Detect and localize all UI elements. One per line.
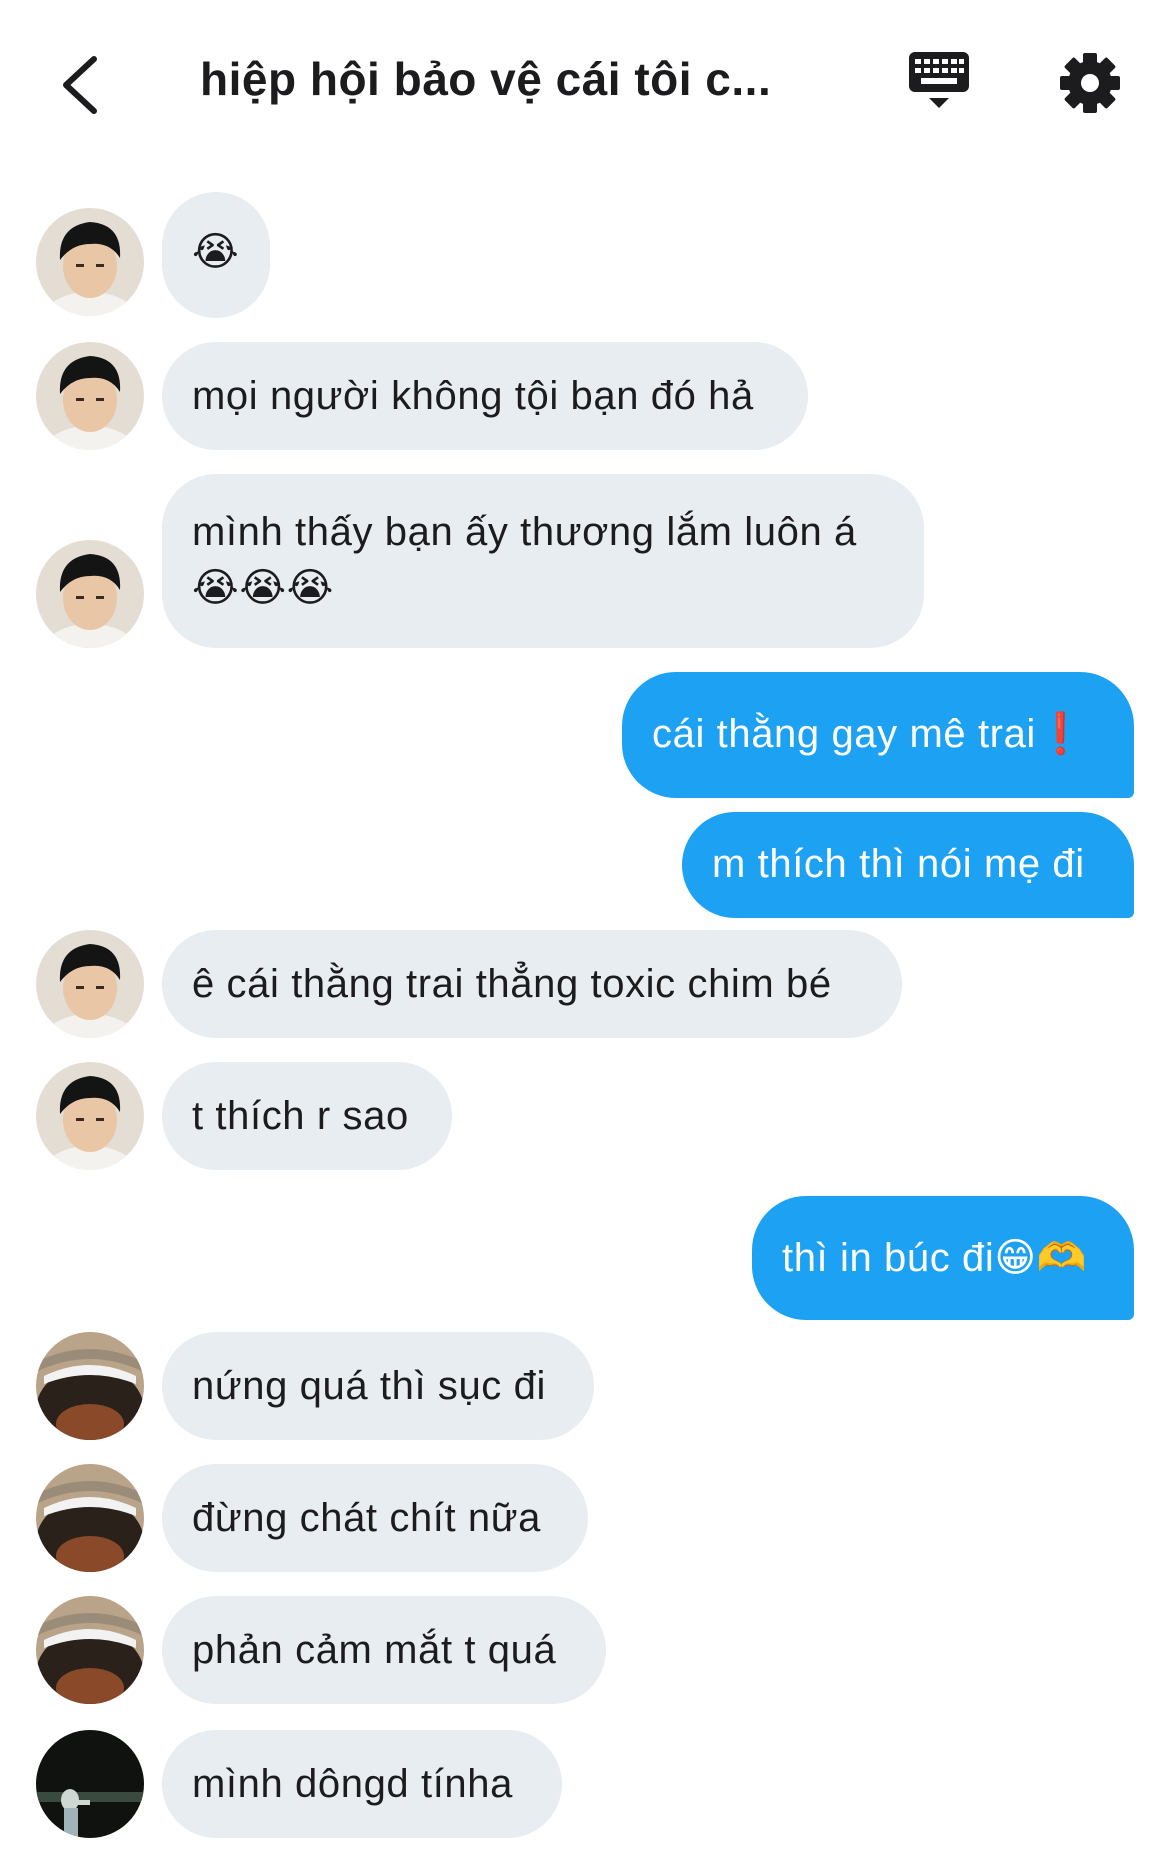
message-bubble[interactable]: mọi người không tội bạn đó hả <box>162 342 808 450</box>
message-bubble[interactable]: thì in búc đi😁🫶 <box>752 1196 1134 1320</box>
avatar[interactable] <box>36 1332 144 1440</box>
avatar-boy-image <box>36 208 144 316</box>
message-bubble[interactable]: mình dôngd tínha <box>162 1730 562 1838</box>
message-text: thì in búc đi😁🫶 <box>782 1236 1088 1280</box>
avatar-boy-image <box>36 342 144 450</box>
message-text: ê cái thằng trai thẳng toxic chim bé <box>192 962 832 1006</box>
message-text: mình dôngd tínha <box>192 1762 513 1806</box>
avatar[interactable] <box>36 1464 144 1572</box>
message-bubble[interactable]: nứng quá thì sục đi <box>162 1332 594 1440</box>
avatar-boy-image <box>36 1062 144 1170</box>
avatar-hat-image <box>36 1596 144 1704</box>
avatar-hat-image <box>36 1464 144 1572</box>
message-bubble[interactable]: t thích r sao <box>162 1062 452 1170</box>
chat-screen: hiệp hội bảo vệ cái tôi c... 😭 mọi người… <box>0 0 1170 1855</box>
message-bubble[interactable]: m thích thì nói mẹ đi <box>682 812 1134 918</box>
message-bubble[interactable]: 😭 <box>162 192 270 318</box>
message-text: phản cảm mắt t quá <box>192 1628 557 1672</box>
message-list[interactable]: 😭 mọi người không tội bạn đó hả mình thấ… <box>0 0 1170 1855</box>
message-text: nứng quá thì sục đi <box>192 1364 546 1408</box>
message-text: 😭 <box>192 230 240 274</box>
message-text: mình thấy bạn ấy thương lắm luôn á 😭😭😭 <box>192 510 857 610</box>
message-bubble[interactable]: mình thấy bạn ấy thương lắm luôn á 😭😭😭 <box>162 474 924 648</box>
avatar[interactable] <box>36 1062 144 1170</box>
message-bubble[interactable]: đừng chát chít nữa <box>162 1464 588 1572</box>
message-bubble[interactable]: cái thằng gay mê trai❗ <box>622 672 1134 798</box>
message-text: cái thằng gay mê trai❗ <box>652 712 1087 756</box>
message-text: m thích thì nói mẹ đi <box>712 842 1085 886</box>
avatar-boy-image <box>36 540 144 648</box>
avatar[interactable] <box>36 540 144 648</box>
avatar[interactable] <box>36 208 144 316</box>
message-text: t thích r sao <box>192 1094 409 1138</box>
avatar[interactable] <box>36 1596 144 1704</box>
avatar-hat-image <box>36 1332 144 1440</box>
avatar-boy-image <box>36 930 144 1038</box>
message-bubble[interactable]: phản cảm mắt t quá <box>162 1596 606 1704</box>
avatar[interactable] <box>36 342 144 450</box>
avatar[interactable] <box>36 930 144 1038</box>
avatar[interactable] <box>36 1730 144 1838</box>
message-text: mọi người không tội bạn đó hả <box>192 374 754 418</box>
avatar-dark-image <box>36 1730 144 1838</box>
message-bubble[interactable]: ê cái thằng trai thẳng toxic chim bé <box>162 930 902 1038</box>
message-text: đừng chát chít nữa <box>192 1496 542 1540</box>
